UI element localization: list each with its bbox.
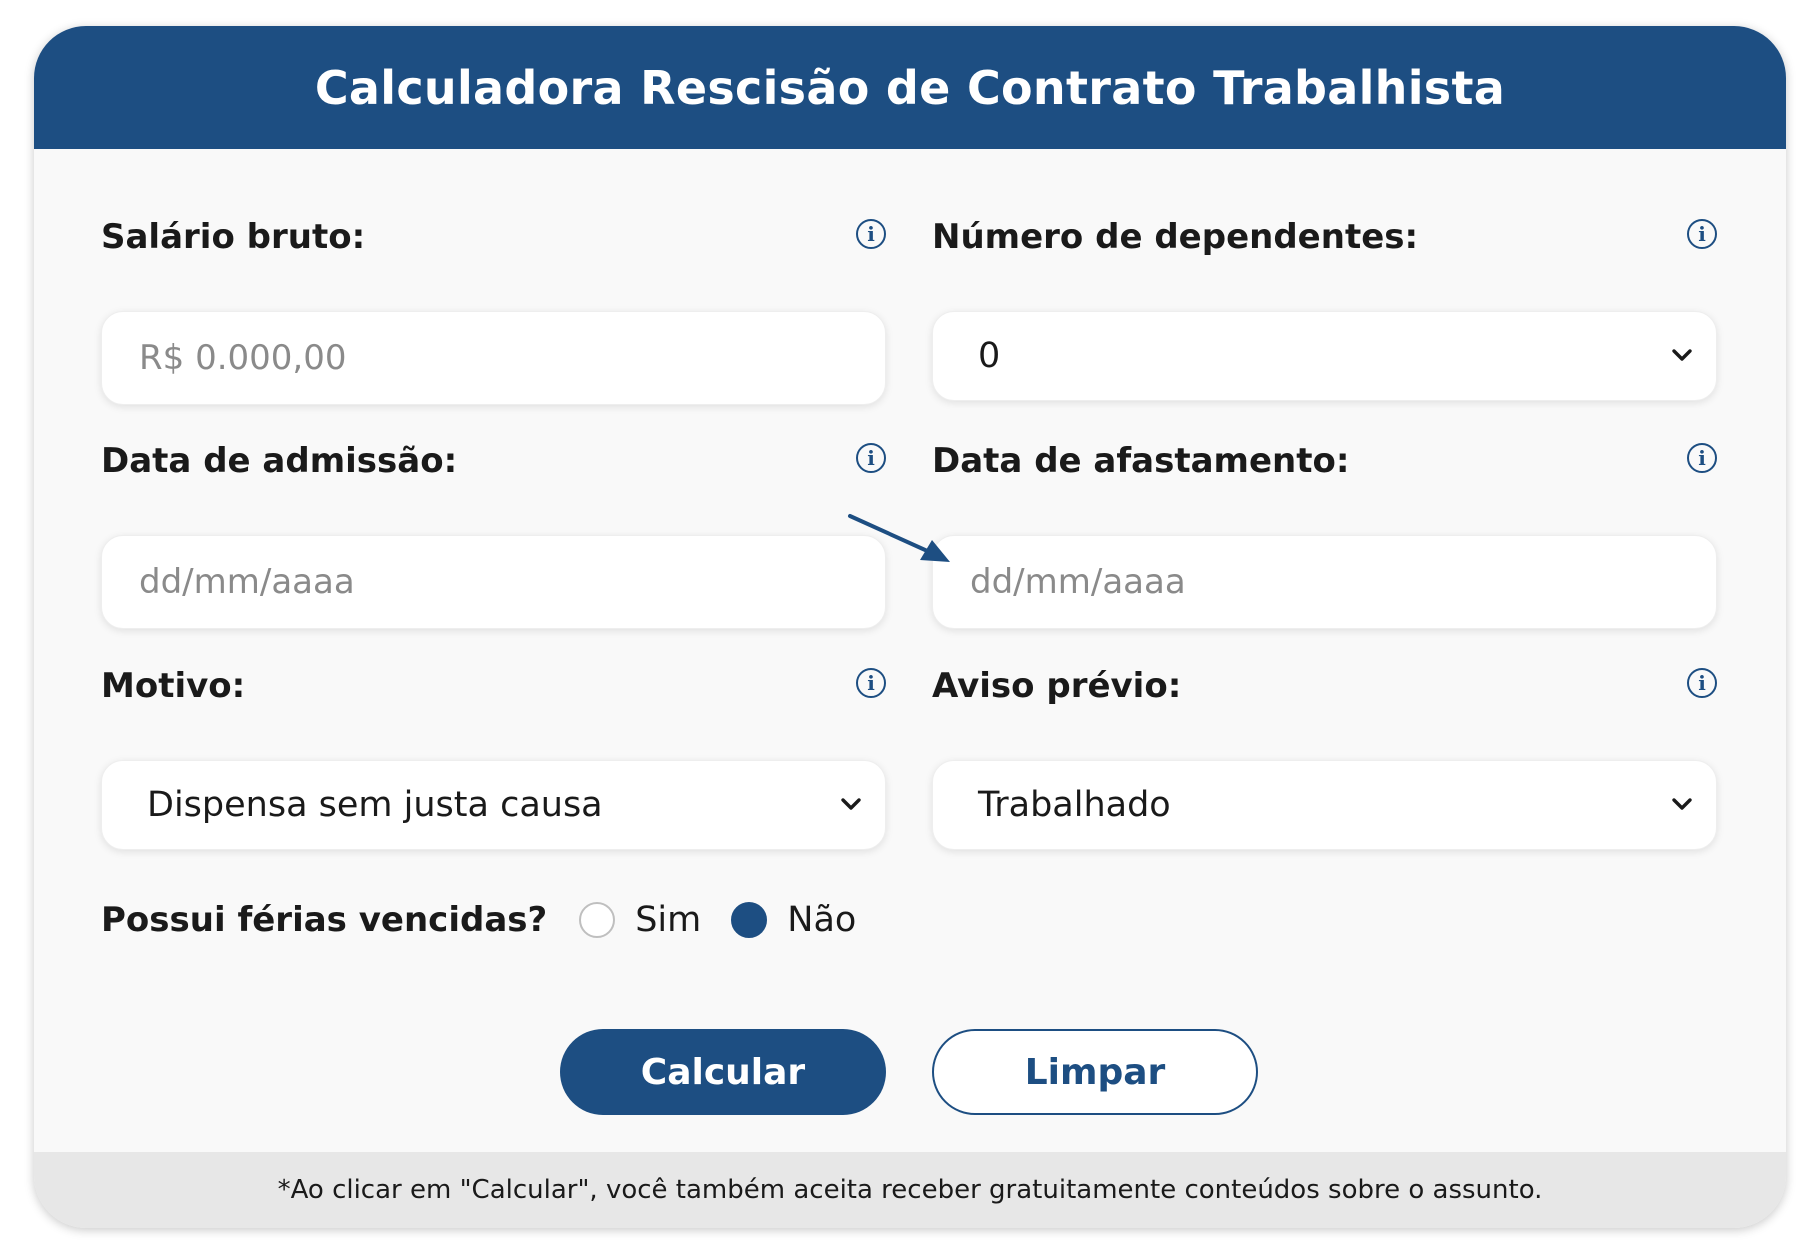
salario-input[interactable] <box>101 311 886 405</box>
admissao-label: Data de admissão: <box>101 441 458 481</box>
radio-sim[interactable]: Sim <box>579 900 701 940</box>
calculator-card: Calculadora Rescisão de Contrato Trabalh… <box>34 26 1786 1228</box>
limpar-button[interactable]: Limpar <box>932 1029 1258 1115</box>
ferias-vencidas-group: Possui férias vencidas? Sim Não <box>101 892 886 948</box>
radio-nao-label: Não <box>787 900 857 940</box>
motivo-field: Motivo: i Dispensa sem justa causa <box>101 662 886 850</box>
aviso-selected: Trabalhado <box>978 785 1171 825</box>
arrow-annotation-icon <box>848 514 950 562</box>
info-icon[interactable]: i <box>856 443 886 473</box>
afastamento-label: Data de afastamento: <box>932 441 1350 481</box>
chevron-down-icon <box>1672 798 1692 810</box>
info-icon[interactable]: i <box>1687 219 1717 249</box>
admissao-input[interactable] <box>101 535 886 629</box>
afastamento-field: Data de afastamento: i <box>932 437 1717 629</box>
ferias-vencidas-label: Possui férias vencidas? <box>101 900 548 940</box>
calcular-button[interactable]: Calcular <box>560 1029 886 1115</box>
admissao-field: Data de admissão: i <box>101 437 886 629</box>
info-icon[interactable]: i <box>856 668 886 698</box>
dependentes-field: Número de dependentes: i 0 <box>932 213 1717 401</box>
footer: *Ao clicar em "Calcular", você também ac… <box>34 1152 1786 1228</box>
radio-sim-label: Sim <box>635 900 702 940</box>
radio-sim-circle[interactable] <box>579 902 616 938</box>
card-header: Calculadora Rescisão de Contrato Trabalh… <box>34 26 1786 149</box>
dependentes-selected: 0 <box>978 336 1001 376</box>
radio-nao-circle[interactable] <box>731 902 768 938</box>
afastamento-input[interactable] <box>932 535 1717 629</box>
info-icon[interactable]: i <box>1687 443 1717 473</box>
salario-field: Salário bruto: i <box>101 213 886 405</box>
dependentes-label: Número de dependentes: <box>932 217 1419 257</box>
chevron-down-icon <box>1672 349 1692 361</box>
aviso-select[interactable]: Trabalhado <box>932 760 1717 850</box>
info-icon[interactable]: i <box>1687 668 1717 698</box>
chevron-down-icon <box>841 798 861 810</box>
info-icon[interactable]: i <box>856 219 886 249</box>
footer-note: *Ao clicar em "Calcular", você também ac… <box>277 1175 1543 1205</box>
motivo-selected: Dispensa sem justa causa <box>147 785 603 825</box>
aviso-field: Aviso prévio: i Trabalhado <box>932 662 1717 850</box>
radio-nao[interactable]: Não <box>731 900 856 940</box>
motivo-select[interactable]: Dispensa sem justa causa <box>101 760 886 850</box>
dependentes-select[interactable]: 0 <box>932 311 1717 401</box>
salario-label: Salário bruto: <box>101 217 366 257</box>
aviso-label: Aviso prévio: <box>932 666 1182 706</box>
motivo-label: Motivo: <box>101 666 246 706</box>
page-title: Calculadora Rescisão de Contrato Trabalh… <box>314 60 1506 115</box>
